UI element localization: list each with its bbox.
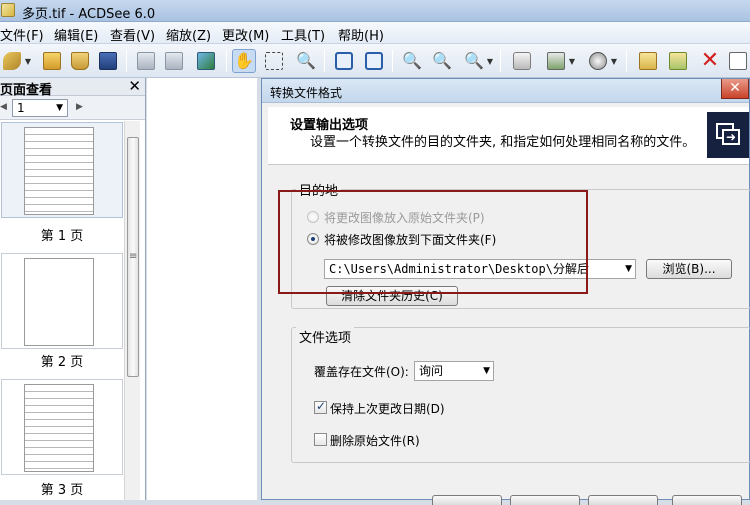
page-navigator: ◀ 1 ▼ ▶ — [0, 96, 145, 120]
print-icon[interactable] — [510, 49, 534, 73]
menu-zoom[interactable]: 缩放(Z) — [166, 25, 211, 44]
app-icon — [1, 3, 15, 17]
menu-help[interactable]: 帮助(H) — [338, 25, 384, 44]
cancel-button[interactable] — [588, 495, 658, 505]
chevron-down-icon: ▼ — [625, 264, 632, 274]
menu-tools[interactable]: 工具(T) — [281, 25, 325, 44]
page-thumbnail-list: 第 1 页 第 2 页 第 3 页 — [0, 121, 124, 500]
dialog-close-button[interactable]: ✕ — [721, 79, 749, 99]
dialog-title-bar: 转换文件格式 ✕ — [262, 79, 749, 103]
panel-close-icon[interactable]: ✕ — [128, 77, 141, 95]
annotation-highlight-box — [278, 190, 588, 294]
rotate-right-icon[interactable] — [362, 49, 386, 73]
menu-view[interactable]: 查看(V) — [110, 25, 155, 44]
move-to-folder-icon[interactable] — [666, 49, 690, 73]
previous-image-icon[interactable] — [134, 49, 158, 73]
zoom-tool-icon[interactable]: 🔍 — [294, 49, 318, 73]
help-button[interactable] — [672, 495, 742, 505]
page-preview — [24, 127, 94, 215]
rotate-left-icon[interactable] — [332, 49, 356, 73]
previous-page-icon[interactable]: ◀ — [0, 102, 7, 112]
panel-header: 页面查看 ✕ — [0, 77, 145, 98]
thumbnail-scrollbar[interactable]: ≡ — [124, 121, 140, 500]
delete-original-checkbox[interactable] — [314, 433, 327, 446]
next-page-icon[interactable]: ▶ — [76, 102, 83, 112]
overwrite-select[interactable]: 询问 ▼ — [414, 361, 494, 381]
open-folder-icon[interactable] — [40, 49, 64, 73]
menu-edit[interactable]: 编辑(E) — [54, 25, 98, 44]
next-button[interactable] — [510, 495, 580, 505]
edit-brush-icon[interactable]: ▼ — [0, 49, 31, 73]
delete-original-label[interactable]: 删除原始文件(R) — [330, 432, 420, 449]
browse-button[interactable]: 浏览(B)... — [646, 259, 732, 279]
page-select-value: 1 — [17, 101, 25, 115]
convert-pages-icon: ➜ — [707, 112, 749, 158]
dialog-title: 转换文件格式 — [270, 86, 343, 100]
zoom-in-icon[interactable]: 🔍 — [430, 49, 454, 73]
page-preview — [24, 258, 94, 346]
copy-to-folder-icon[interactable] — [636, 49, 660, 73]
page-preview — [24, 384, 94, 472]
overwrite-value: 询问 — [419, 364, 444, 378]
page-select[interactable]: 1 ▼ — [12, 99, 68, 117]
window-title: 多页.tif - ACDSee 6.0 — [22, 7, 156, 22]
export-image-icon[interactable] — [194, 49, 218, 73]
zoom-out-icon[interactable]: 🔍 — [400, 49, 424, 73]
overwrite-label: 覆盖存在文件(O): — [314, 365, 409, 379]
image-view-area[interactable] — [147, 78, 257, 500]
file-options-group-label: 文件选项 — [296, 327, 355, 346]
page-caption: 第 2 页 — [40, 355, 84, 370]
grip-icon: ≡ — [129, 251, 138, 262]
page-caption: 第 1 页 — [40, 229, 84, 244]
properties-icon[interactable] — [726, 49, 750, 73]
slideshow-icon[interactable]: ▼ — [586, 49, 617, 73]
toolbar: ▼ ✋ 🔍 🔍 🔍 🔍 ▼ ▼ ▼ ✕ — [0, 44, 750, 78]
hand-tool-icon[interactable]: ✋ — [232, 49, 256, 73]
zoom-options-icon[interactable]: 🔍 ▼ — [462, 49, 493, 73]
header-subtitle: 设置一个转换文件的目的文件夹, 和指定如何处理相同名称的文件。 — [310, 135, 696, 150]
chevron-down-icon: ▼ — [56, 103, 63, 113]
menu-modify[interactable]: 更改(M) — [222, 25, 269, 44]
browse-folder-icon[interactable] — [68, 49, 92, 73]
acquire-icon[interactable]: ▼ — [544, 49, 575, 73]
save-icon[interactable] — [96, 49, 120, 73]
dialog-header: 设置输出选项 设置一个转换文件的目的文件夹, 和指定如何处理相同名称的文件。 ➜ — [268, 107, 749, 165]
keep-date-checkbox[interactable] — [314, 399, 327, 414]
title-bar: 多页.tif - ACDSee 6.0 — [0, 0, 750, 22]
back-button[interactable] — [432, 495, 502, 505]
delete-icon[interactable]: ✕ — [698, 49, 722, 73]
keep-date-label[interactable]: 保持上次更改日期(D) — [330, 400, 445, 417]
next-image-icon[interactable] — [162, 49, 186, 73]
page-caption: 第 3 页 — [40, 483, 84, 498]
menu-bar: 文件(F) 编辑(E) 查看(V) 缩放(Z) 更改(M) 工具(T) 帮助(H… — [0, 22, 750, 44]
dialog-button-row — [432, 495, 742, 505]
select-tool-icon[interactable] — [262, 49, 286, 73]
menu-file[interactable]: 文件(F) — [0, 25, 44, 44]
chevron-down-icon: ▼ — [483, 366, 490, 376]
page-view-panel: 页面查看 ✕ ◀ 1 ▼ ▶ 第 1 页 第 2 页 第 3 页 ≡ — [0, 77, 146, 500]
